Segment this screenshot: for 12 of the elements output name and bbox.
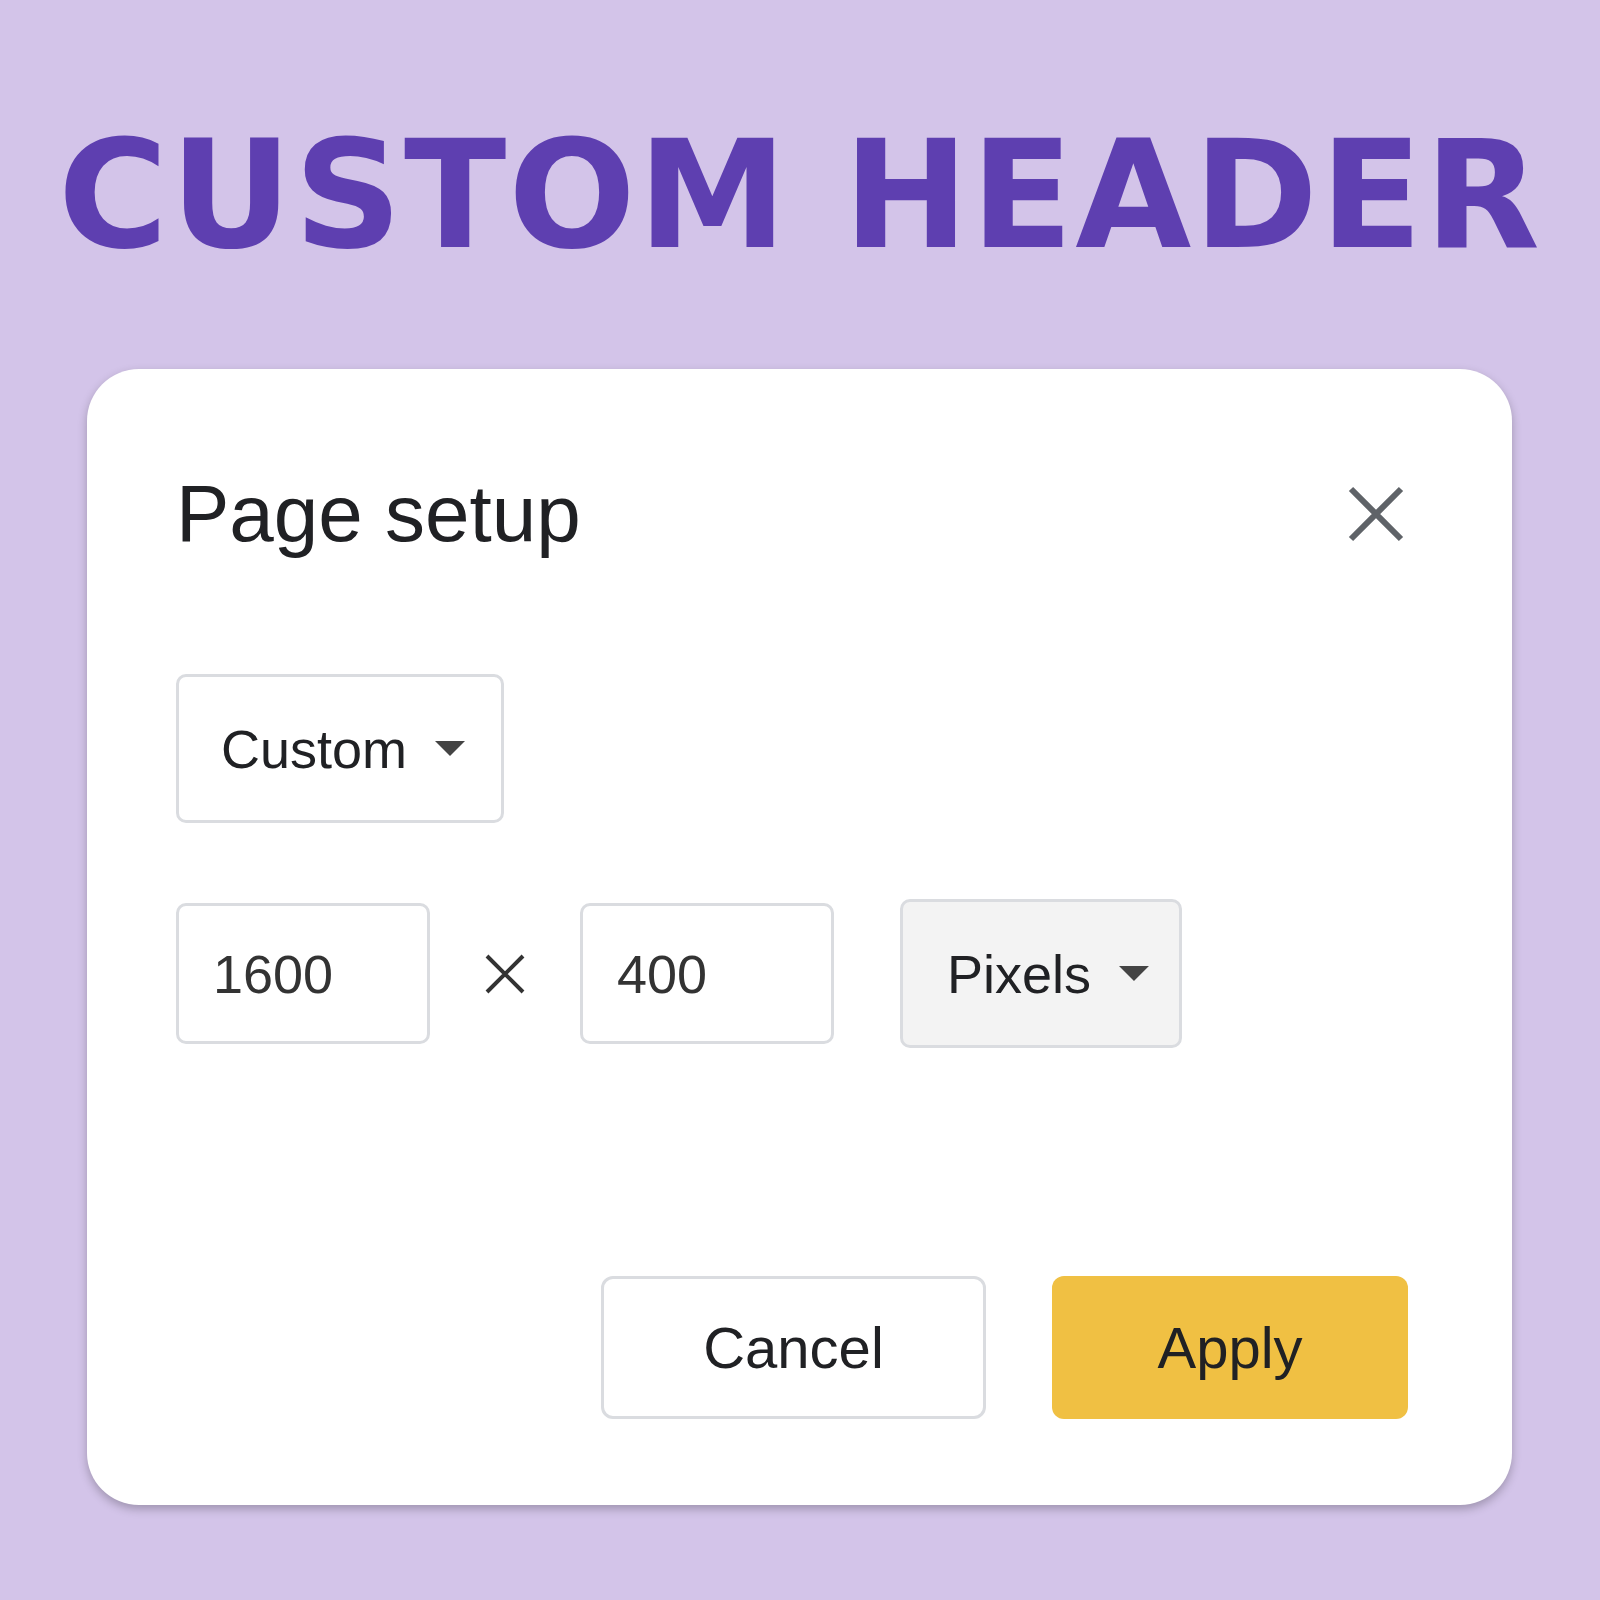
caret-icon bbox=[435, 740, 466, 757]
dialog-title: Page setup bbox=[176, 468, 581, 560]
height-field[interactable]: 400 bbox=[580, 903, 834, 1044]
times-icon bbox=[485, 953, 525, 994]
width-field[interactable]: 1600 bbox=[176, 903, 430, 1044]
apply-button[interactable]: Apply bbox=[1052, 1276, 1408, 1419]
cancel-button[interactable]: Cancel bbox=[601, 1276, 986, 1419]
caret-icon bbox=[1119, 965, 1149, 982]
unit-dropdown[interactable]: Pixels bbox=[900, 899, 1182, 1048]
preset-dropdown[interactable]: Custom bbox=[176, 674, 504, 823]
close-icon[interactable] bbox=[1348, 486, 1404, 542]
header-title: CUSTOM HEADER bbox=[58, 107, 1542, 284]
